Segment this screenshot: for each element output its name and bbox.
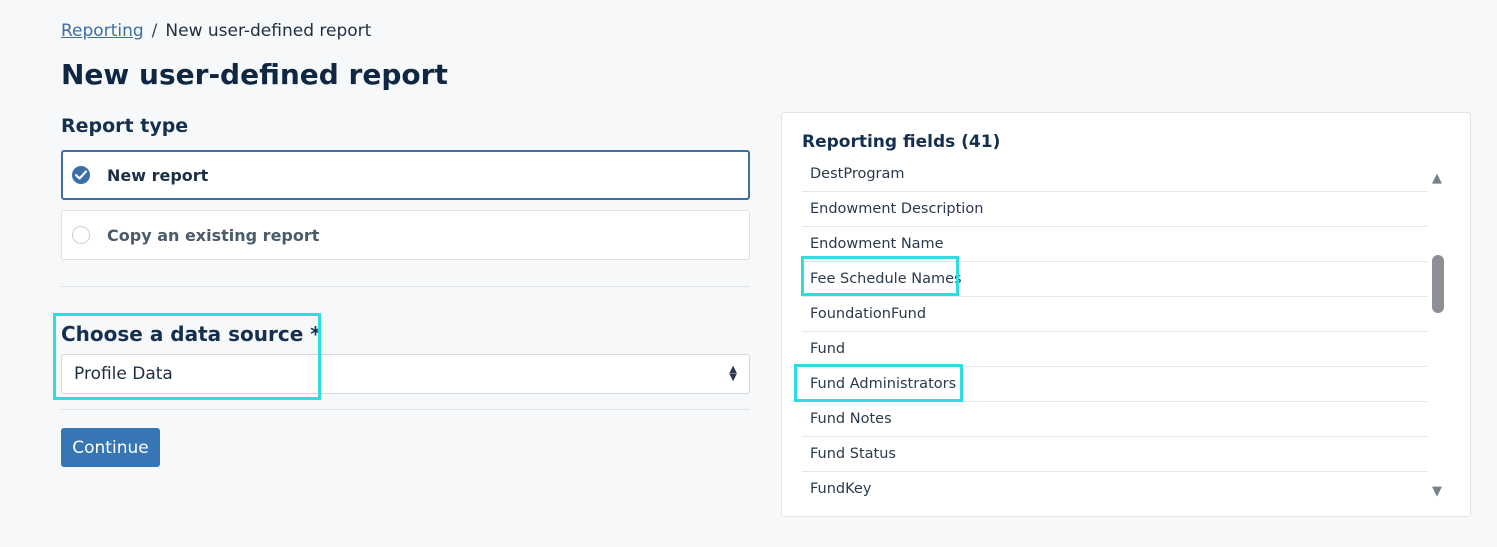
- report-type-label: Report type: [61, 115, 189, 137]
- radio-empty-icon: [72, 226, 90, 244]
- reporting-fields-title: Reporting fields (41): [802, 132, 1001, 152]
- reporting-fields-list[interactable]: DestProgram Endowment Description Endowm…: [802, 157, 1428, 497]
- scrollbar[interactable]: ▲ ▼: [1430, 171, 1448, 499]
- divider: [61, 286, 750, 287]
- field-item[interactable]: Fund Status: [802, 437, 1428, 472]
- field-item[interactable]: FoundationFund: [802, 297, 1428, 332]
- continue-button[interactable]: Continue: [61, 428, 160, 467]
- breadcrumb-current: New user-defined report: [165, 21, 372, 41]
- data-source-label: Choose a data source *: [61, 322, 321, 346]
- page-title: New user-defined report: [61, 58, 448, 91]
- data-source-select[interactable]: Profile Data ▲ ▼: [61, 354, 750, 394]
- divider: [61, 409, 750, 410]
- field-item[interactable]: Fee Schedule Names: [802, 262, 1428, 297]
- field-item[interactable]: Endowment Name: [802, 227, 1428, 262]
- radio-new-report[interactable]: New report: [61, 150, 750, 200]
- data-source-value: Profile Data: [74, 364, 173, 384]
- scroll-up-arrow-icon[interactable]: ▲: [1432, 171, 1442, 186]
- breadcrumb: Reporting / New user-defined report: [61, 21, 371, 41]
- field-item[interactable]: Fund Notes: [802, 402, 1428, 437]
- check-circle-icon: [72, 166, 90, 184]
- radio-new-report-label: New report: [107, 165, 209, 185]
- scroll-down-arrow-icon[interactable]: ▼: [1432, 484, 1442, 499]
- scroll-thumb[interactable]: [1432, 255, 1444, 313]
- field-item[interactable]: Endowment Description: [802, 192, 1428, 227]
- field-item[interactable]: DestProgram: [802, 157, 1428, 192]
- breadcrumb-separator: /: [151, 21, 158, 41]
- select-arrows-icon: ▲ ▼: [729, 364, 737, 383]
- radio-copy-existing-report[interactable]: Copy an existing report: [61, 210, 750, 260]
- radio-copy-existing-label: Copy an existing report: [107, 225, 320, 245]
- reporting-fields-panel: Reporting fields (41) DestProgram Endowm…: [781, 112, 1471, 517]
- field-item[interactable]: Fund Administrators: [802, 367, 1428, 402]
- field-item[interactable]: FundKey: [802, 472, 1428, 497]
- field-item[interactable]: Fund: [802, 332, 1428, 367]
- breadcrumb-link-reporting[interactable]: Reporting: [61, 21, 144, 41]
